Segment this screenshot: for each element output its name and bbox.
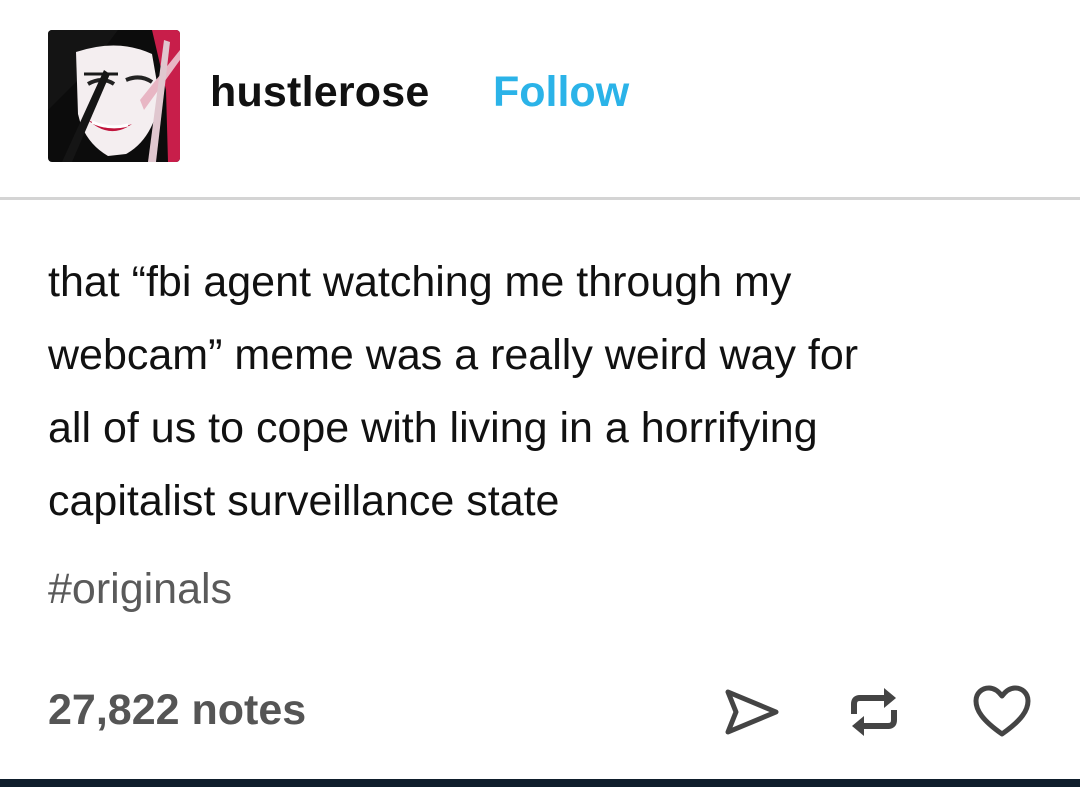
heart-icon <box>973 685 1031 737</box>
avatar-illustration <box>48 30 180 162</box>
like-button[interactable] <box>970 680 1034 744</box>
post-header: hustlerose Follow <box>0 0 1080 198</box>
bottom-bar <box>0 779 1080 787</box>
post-text-line: that “fbi agent watching me through my <box>48 258 792 306</box>
reblog-button[interactable] <box>842 680 906 744</box>
username[interactable]: hustlerose <box>210 68 429 117</box>
reblog-icon <box>851 688 897 736</box>
follow-button[interactable]: Follow <box>493 68 629 117</box>
share-button[interactable] <box>720 680 784 744</box>
post-text: that “fbi agent watching me through my w… <box>48 246 1048 538</box>
divider <box>0 197 1080 200</box>
share-icon <box>725 689 779 735</box>
avatar[interactable] <box>48 30 180 162</box>
post-text-line: webcam” meme was a really weird way for <box>48 331 859 379</box>
post-text-line: capitalist surveillance state <box>48 477 560 525</box>
notes-count[interactable]: 27,822 notes <box>48 686 306 735</box>
tag-originals[interactable]: #originals <box>48 565 232 614</box>
post-text-line: all of us to cope with living in a horri… <box>48 404 818 452</box>
